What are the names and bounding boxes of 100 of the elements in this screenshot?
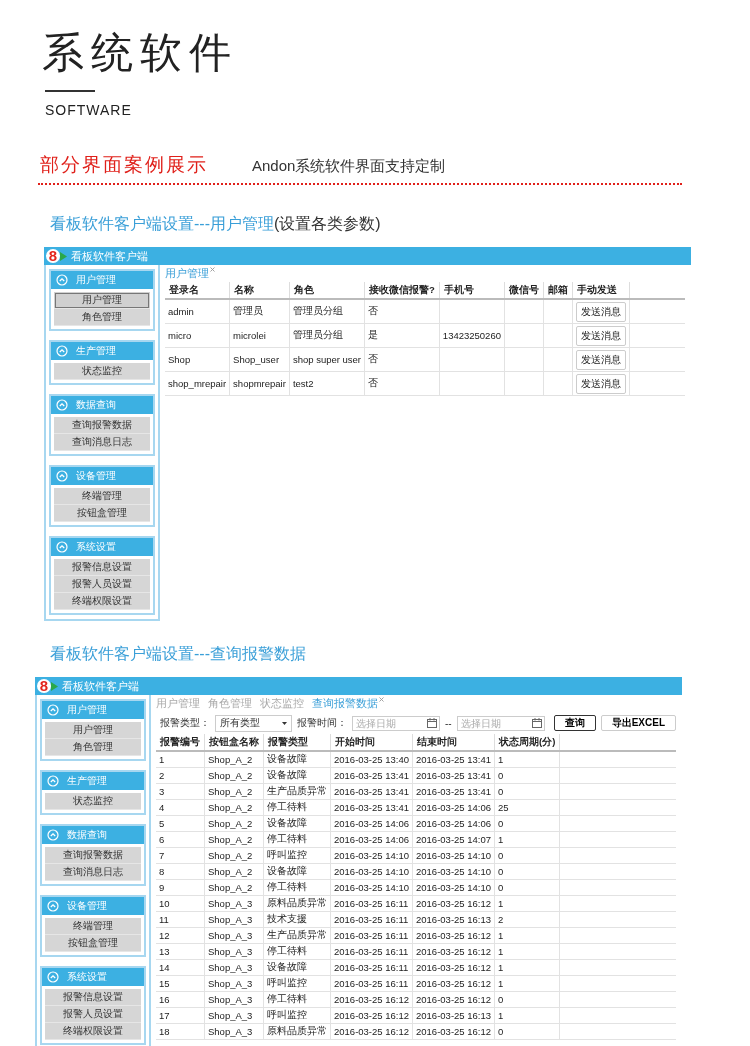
table-cell: 2016-03-25 13:40 [330, 751, 413, 768]
sidebar-item[interactable]: 终端权限设置 [54, 593, 150, 610]
table-cell: 停工待料 [263, 943, 331, 960]
table-cell: 设备故障 [263, 815, 331, 832]
date-field[interactable]: 选择日期 [456, 715, 545, 731]
table-cell: 2 [494, 911, 560, 928]
table-cell: 1 [494, 831, 560, 848]
table-cell: Shop_A_3 [204, 975, 264, 992]
table-cell: 8 [156, 863, 205, 880]
sidebar-item[interactable]: 按钮盒管理 [45, 935, 141, 952]
table-cell: 停工待料 [263, 879, 331, 896]
type-dropdown[interactable]: 所有类型 [215, 714, 292, 732]
table-cell: 是 [364, 323, 440, 348]
sidebar-item[interactable]: 报警信息设置 [54, 559, 150, 576]
close-icon[interactable] [210, 267, 215, 272]
sidebar-item[interactable]: 角色管理 [54, 309, 150, 326]
calendar-icon[interactable] [531, 717, 542, 728]
toolbar-button[interactable]: 导出EXCEL [600, 715, 676, 731]
table-cell: 2016-03-25 14:06 [330, 831, 413, 848]
table-cell: 呼叫监控 [263, 1007, 331, 1024]
table-cell: 11 [156, 911, 205, 928]
send-message-button[interactable]: 发送消息 [575, 349, 626, 370]
sidebar-item[interactable]: 终端管理 [54, 488, 150, 505]
table-cell: 12 [156, 927, 205, 944]
sidebar-item[interactable]: 状态监控 [54, 363, 150, 380]
chevron-up-icon[interactable] [47, 775, 59, 787]
sidebar-item[interactable]: 报警人员设置 [54, 576, 150, 593]
chevron-up-icon[interactable] [47, 971, 59, 983]
table-cell: 7 [156, 847, 205, 864]
sidebar-item[interactable]: 终端权限设置 [45, 1023, 141, 1040]
sidebar-item[interactable]: 报警信息设置 [45, 989, 141, 1006]
table-cell: Shop_A_2 [204, 863, 264, 880]
table-cell: 1 [494, 975, 560, 992]
table-cell: 2016-03-25 14:10 [412, 847, 495, 864]
table-cell: 2016-03-25 14:10 [412, 879, 495, 896]
sidebar-item[interactable]: 按钮盒管理 [54, 505, 150, 522]
chevron-up-icon[interactable] [47, 704, 59, 716]
table-cell: 设备故障 [263, 959, 331, 976]
chevron-up-icon[interactable] [56, 345, 68, 357]
column-header: 邮箱 [543, 282, 573, 299]
sidebar-item[interactable]: 终端管理 [45, 918, 141, 935]
table-cell: 6 [156, 831, 205, 848]
table-cell: 呼叫监控 [263, 847, 331, 864]
table-cell: 2016-03-25 14:10 [412, 863, 495, 880]
table-cell: 14 [156, 959, 205, 976]
chevron-up-icon[interactable] [47, 829, 59, 841]
sidebar-item[interactable]: 查询消息日志 [45, 864, 141, 881]
section-caption: 看板软件客户端设置---用户管理(设置各类参数) [50, 214, 382, 234]
column-header: 结束时间 [412, 734, 495, 751]
sidebar-item[interactable]: 报警人员设置 [45, 1006, 141, 1023]
table-cell: 0 [494, 783, 560, 800]
table-cell: 17 [156, 1007, 205, 1024]
column-header: 报警类型 [263, 734, 331, 751]
table-cell: Shop_A_2 [204, 799, 264, 816]
chevron-up-icon[interactable] [56, 470, 68, 482]
table-cell: 1 [494, 927, 560, 944]
table-cell: 技术支援 [263, 911, 331, 928]
sidebar-item[interactable]: 用户管理 [54, 292, 150, 309]
chevron-up-icon[interactable] [56, 541, 68, 553]
dropdown-caret-icon [282, 721, 287, 725]
chevron-up-icon[interactable] [56, 399, 68, 411]
date-field[interactable]: 选择日期 [352, 715, 440, 731]
table-cell: 1 [494, 751, 560, 768]
table-cell: 2016-03-25 14:07 [412, 831, 495, 848]
table-cell: 2016-03-25 16:13 [412, 911, 495, 928]
sidebar-item[interactable]: 用户管理 [45, 722, 141, 739]
table-cell: Shop [165, 347, 230, 372]
table-cell: Shop_A_3 [204, 959, 264, 976]
table-cell: 2016-03-25 14:06 [412, 815, 495, 832]
table-cell: 设备故障 [263, 767, 331, 784]
table-cell: 2016-03-25 16:11 [330, 943, 413, 960]
sidebar-item[interactable]: 角色管理 [45, 739, 141, 756]
calendar-icon[interactable] [427, 717, 437, 728]
table-cell: shop super user [289, 347, 365, 372]
chevron-up-icon[interactable] [56, 274, 68, 286]
column-header: 状态周期(分) [494, 734, 560, 751]
table-cell: Shop_A_3 [204, 927, 264, 944]
send-message-button[interactable]: 发送消息 [575, 325, 626, 346]
sidebar-item[interactable]: 查询报警数据 [54, 417, 150, 434]
table-cell: 2016-03-25 16:12 [412, 991, 495, 1008]
toolbar-button[interactable]: 查询 [553, 715, 596, 731]
send-message-button[interactable]: 发送消息 [575, 373, 626, 394]
table-cell: 2016-03-25 16:13 [412, 1007, 495, 1024]
table-cell: 2016-03-25 16:11 [330, 911, 413, 928]
table-cell: 否 [364, 347, 440, 372]
table-cell: 2016-03-25 16:11 [330, 927, 413, 944]
section-note: Andon系统软件界面支持定制 [252, 157, 446, 176]
table-cell: 13 [156, 943, 205, 960]
close-icon[interactable] [379, 697, 384, 702]
table-cell: Shop_A_2 [204, 879, 264, 896]
table-cell: 4 [156, 799, 205, 816]
sidebar-item[interactable]: 查询消息日志 [54, 434, 150, 451]
send-message-button[interactable]: 发送消息 [575, 301, 626, 322]
table-cell: 1 [494, 943, 560, 960]
table-cell: 1 [494, 959, 560, 976]
table-cell: 2016-03-25 16:12 [412, 1023, 495, 1040]
sidebar-item[interactable]: 状态监控 [45, 793, 141, 810]
table-cell: Shop_A_3 [204, 1007, 264, 1024]
sidebar-item[interactable]: 查询报警数据 [45, 847, 141, 864]
chevron-up-icon[interactable] [47, 900, 59, 912]
